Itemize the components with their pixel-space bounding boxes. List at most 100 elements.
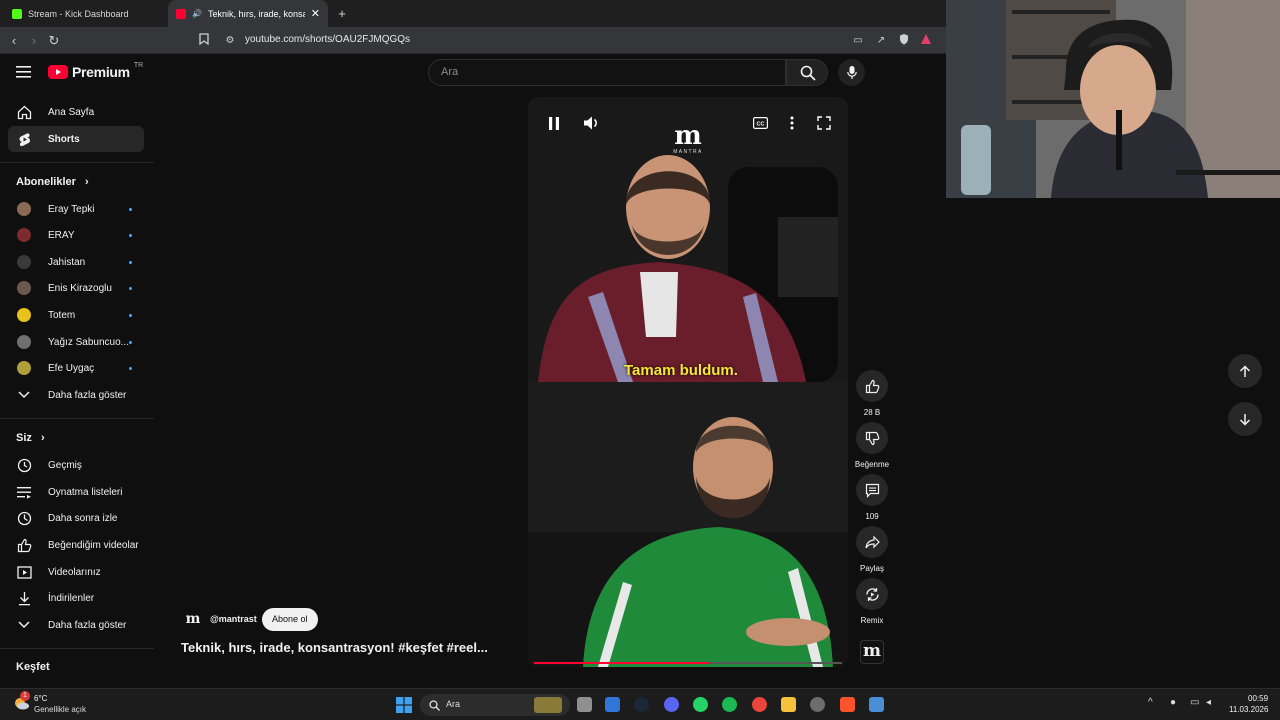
store-icon[interactable] — [605, 697, 620, 712]
windows-start-icon[interactable] — [396, 697, 412, 713]
dislike-label: Beğenme — [854, 460, 890, 469]
sidebar-divider — [0, 162, 154, 163]
previous-short-button[interactable] — [1228, 354, 1262, 388]
search-button[interactable] — [786, 59, 828, 86]
sidebar-item-label: Eray Tepki — [48, 203, 95, 215]
sidebar-item-label: İndirilenler — [48, 592, 95, 604]
sidebar-item-watch-later[interactable]: Daha sonra izle — [8, 505, 144, 531]
sidebar-item-shorts[interactable]: Shorts — [8, 126, 144, 152]
discord-icon[interactable] — [664, 697, 679, 712]
steam-icon[interactable] — [634, 697, 649, 712]
like-action[interactable]: 28 B — [856, 370, 888, 417]
comment-icon — [865, 483, 879, 498]
share-page-icon[interactable]: ↗ — [873, 33, 889, 49]
comments-action[interactable]: 109 — [856, 474, 888, 521]
volume-icon[interactable] — [584, 115, 600, 131]
sidebar-sub-item[interactable]: Enis Kirazoglu — [8, 275, 144, 301]
video-progress-bar[interactable] — [534, 662, 842, 664]
subscriptions-header[interactable]: Abonelikler › — [16, 176, 89, 188]
tray-mic-icon[interactable]: ● — [1170, 697, 1176, 708]
channel-handle[interactable]: @mantrast — [210, 614, 257, 624]
cast-icon[interactable]: ▭ — [850, 33, 866, 49]
show-more-subscriptions[interactable]: Daha fazla göster — [8, 382, 144, 408]
whatsapp-icon[interactable] — [693, 697, 708, 712]
show-more-you[interactable]: Daha fazla göster — [8, 612, 144, 638]
next-short-button[interactable] — [1228, 402, 1262, 436]
search-icon — [800, 65, 816, 81]
bookmark-icon[interactable] — [196, 33, 212, 49]
tab-close-icon[interactable]: ✕ — [311, 7, 320, 20]
sidebar-item-playlists[interactable]: Oynatma listeleri — [8, 479, 144, 505]
tab-title: Stream - Kick Dashboard — [28, 8, 129, 19]
remix-action[interactable]: Remix — [856, 578, 888, 625]
tray-chevron-up-icon[interactable]: ^ — [1148, 697, 1153, 708]
sidebar-item-label: Beğendiğim videolar — [48, 539, 139, 551]
sidebar-sub-item[interactable]: Totem — [8, 302, 144, 328]
clock-date[interactable]: 11.03.2026 — [1229, 705, 1268, 714]
share-button[interactable] — [856, 526, 888, 558]
video-title[interactable]: Teknik, hırs, irade, konsantrasyon! #keş… — [181, 640, 488, 655]
remix-button[interactable] — [856, 578, 888, 610]
comments-button[interactable] — [856, 474, 888, 506]
dislike-action[interactable]: Beğenme — [855, 422, 889, 469]
site-info-icon[interactable]: ⚙ — [222, 33, 238, 49]
voice-search-button[interactable] — [838, 59, 865, 86]
channel-avatar-thumbnail[interactable]: m — [860, 640, 884, 664]
tray-network-icon[interactable]: ▭ — [1190, 697, 1199, 708]
like-button[interactable] — [856, 370, 888, 402]
forward-icon[interactable]: › — [26, 33, 42, 49]
youtube-play-icon — [48, 65, 68, 79]
sidebar-item-liked-videos[interactable]: Beğendiğim videolar — [8, 532, 144, 558]
sidebar-divider — [0, 418, 154, 419]
svg-text:CC: CC — [756, 121, 764, 127]
obs-icon[interactable] — [810, 697, 825, 712]
captions-icon[interactable]: CC — [752, 115, 768, 131]
sidebar-sub-item[interactable]: Yağız Sabuncuo... — [8, 329, 144, 355]
sidebar-item-history[interactable]: Geçmiş — [8, 452, 144, 478]
sidebar-item-your-videos[interactable]: Videolarınız — [8, 559, 144, 585]
file-explorer-icon[interactable] — [781, 697, 796, 712]
brave-shield-icon[interactable] — [896, 33, 912, 49]
dislike-button[interactable] — [856, 422, 888, 454]
settings-app-icon[interactable] — [869, 697, 884, 712]
chrome-icon[interactable] — [752, 697, 767, 712]
fullscreen-icon[interactable] — [816, 115, 832, 131]
tab-kick-dashboard[interactable]: Stream - Kick Dashboard — [4, 0, 164, 27]
you-header[interactable]: Siz › — [16, 432, 45, 444]
sidebar-item-downloads[interactable]: İndirilenler — [8, 585, 144, 611]
channel-avatar[interactable]: m — [184, 611, 202, 629]
share-action[interactable]: Paylaş — [856, 526, 888, 573]
new-content-dot — [129, 207, 132, 211]
search-highlight-icon — [534, 697, 562, 713]
taskbar-search[interactable]: Ara — [420, 694, 570, 716]
sidebar-sub-item[interactable]: Jahistan — [8, 249, 144, 275]
new-content-dot — [129, 340, 132, 344]
menu-icon[interactable] — [16, 65, 32, 79]
sidebar-item-home[interactable]: Ana Sayfa — [8, 99, 144, 125]
shorts-video-player[interactable]: Tamam buldum. m MANTRA CC — [528, 97, 848, 667]
sidebar-sub-item[interactable]: ERAY — [8, 222, 144, 248]
brave-rewards-icon[interactable] — [918, 33, 934, 49]
back-icon[interactable]: ‹ — [6, 33, 22, 49]
tray-volume-icon[interactable]: ◂ — [1206, 697, 1211, 708]
sidebar-sub-item[interactable]: Eray Tepki — [8, 196, 144, 222]
task-view-icon[interactable] — [577, 697, 592, 712]
spotify-icon[interactable] — [722, 697, 737, 712]
sidebar-sub-item[interactable]: Efe Uygaç — [8, 355, 144, 381]
pause-icon[interactable] — [546, 115, 562, 131]
reload-icon[interactable]: ↻ — [46, 33, 62, 49]
search-input[interactable]: Ara — [428, 59, 786, 86]
sidebar-item-label: Shorts — [48, 133, 80, 145]
clock-time[interactable]: 00:59 — [1248, 694, 1268, 703]
weather-temp[interactable]: 6°C — [34, 694, 47, 703]
weather-description[interactable]: Genellikle açık — [34, 705, 86, 714]
tab-youtube-short[interactable]: 🔊 Teknik, hırs, irade, konsantras ✕ — [168, 0, 328, 27]
url-field[interactable]: youtube.com/shorts/OAU2FJMQGQs — [245, 34, 410, 45]
subscribe-button[interactable]: Abone ol — [262, 608, 318, 631]
more-options-icon[interactable] — [784, 115, 800, 131]
brave-icon[interactable] — [840, 697, 855, 712]
new-tab-button[interactable]: + — [332, 0, 352, 27]
youtube-premium-logo[interactable]: Premium TR — [48, 62, 143, 80]
sidebar-item-label: Geçmiş — [48, 459, 82, 471]
arrow-down-icon — [1239, 413, 1251, 426]
